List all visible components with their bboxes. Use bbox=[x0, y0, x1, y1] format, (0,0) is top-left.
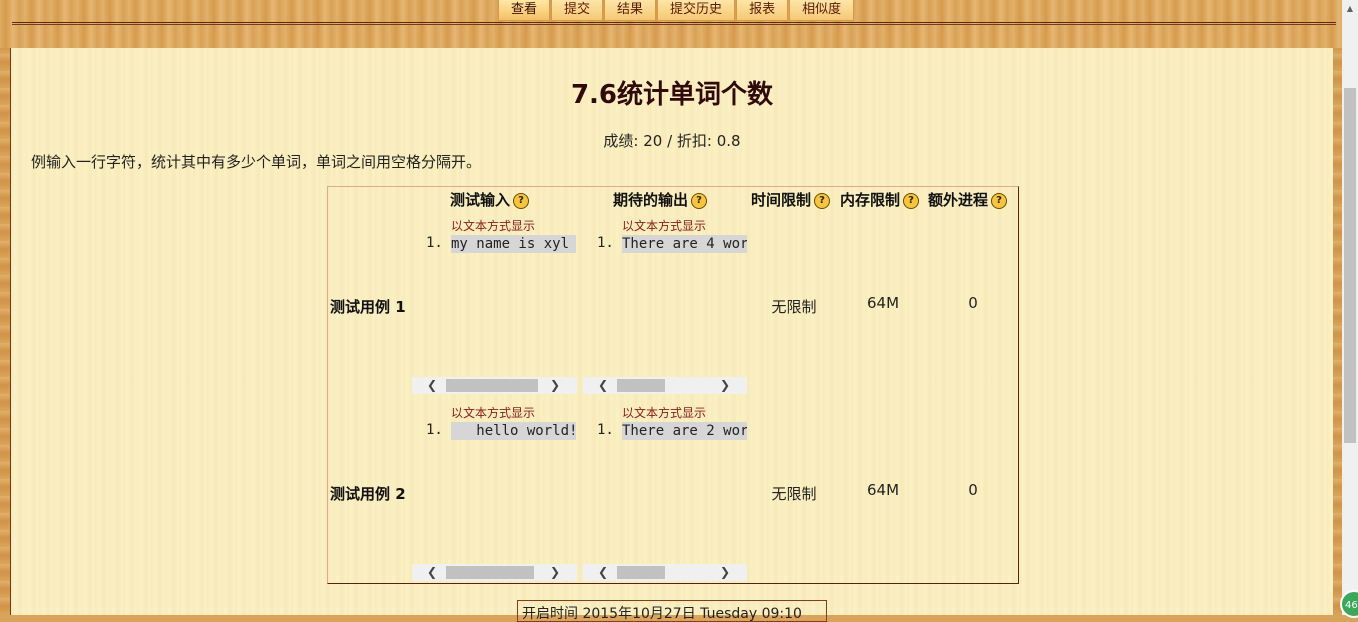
header-time-limit-label: 时间限制 bbox=[751, 191, 812, 209]
line-number: 1. bbox=[426, 422, 443, 438]
header-expected-output: 期待的输出? bbox=[613, 189, 708, 210]
tab-similarity[interactable]: 相似度 bbox=[789, 0, 855, 21]
time-limit-value: 无限制 bbox=[771, 485, 817, 503]
help-icon[interactable]: ? bbox=[691, 192, 708, 209]
header-memory-limit: 内存限制? bbox=[840, 189, 920, 210]
help-icon[interactable]: ? bbox=[903, 192, 920, 209]
test-case-label: 测试用例 1 bbox=[330, 298, 406, 316]
expected-output-code: There are 4 words bbox=[622, 235, 747, 253]
vertical-scrollbar[interactable]: ▲ bbox=[1342, 0, 1358, 615]
memory-limit-value: 64M bbox=[866, 294, 900, 312]
header-extra-processes-label: 额外进程 bbox=[928, 191, 989, 209]
tab-results[interactable]: 结果 bbox=[604, 0, 657, 21]
chevron-right-icon[interactable]: ❯ bbox=[547, 377, 563, 394]
show-as-text-link[interactable]: 以文本方式显示 bbox=[622, 404, 706, 421]
wood-frame-left bbox=[0, 48, 10, 615]
grade-info: 成绩: 20 / 折扣: 0.8 bbox=[603, 132, 741, 150]
chevron-up-icon[interactable]: ▲ bbox=[1342, 0, 1358, 17]
content-area: 7.6统计单词个数 成绩: 20 / 折扣: 0.8 例输入一行字符，统计其中有… bbox=[10, 48, 1333, 622]
line-number: 1. bbox=[597, 422, 614, 438]
tab-history[interactable]: 提交历史 bbox=[657, 0, 736, 21]
scroll-thumb[interactable] bbox=[446, 379, 538, 392]
chevron-left-icon[interactable]: ❮ bbox=[424, 377, 440, 394]
header-memory-limit-label: 内存限制 bbox=[840, 191, 901, 209]
line-number: 1. bbox=[597, 235, 614, 251]
extra-processes-value: 0 bbox=[968, 481, 978, 499]
wood-frame-right bbox=[1332, 48, 1342, 615]
help-icon[interactable]: ? bbox=[513, 192, 530, 209]
test-input-code: hello world! bbox=[451, 422, 576, 440]
test-input-code: my name is xyl bbox=[451, 235, 576, 253]
scroll-thumb[interactable] bbox=[617, 566, 665, 579]
show-as-text-link[interactable]: 以文本方式显示 bbox=[451, 217, 535, 234]
page-title: 7.6统计单词个数 bbox=[570, 80, 774, 110]
expected-output-code: There are 2 words bbox=[622, 422, 747, 440]
header-extra-processes: 额外进程? bbox=[928, 189, 1008, 210]
chevron-left-icon[interactable]: ❮ bbox=[595, 564, 611, 581]
test-cases-table: 测试输入? 期待的输出? 时间限制? 内存限制? 额外进程? 以文本方式显示 1… bbox=[327, 186, 1019, 584]
time-limit-value: 无限制 bbox=[771, 298, 817, 316]
header-time-limit: 时间限制? bbox=[751, 189, 831, 210]
tab-view[interactable]: 查看 bbox=[498, 0, 551, 21]
header-expected-output-label: 期待的输出 bbox=[613, 191, 689, 209]
chevron-left-icon[interactable]: ❮ bbox=[595, 377, 611, 394]
show-as-text-link[interactable]: 以文本方式显示 bbox=[622, 217, 706, 234]
chevron-right-icon[interactable]: ❯ bbox=[717, 377, 733, 394]
line-number: 1. bbox=[426, 235, 443, 251]
header-test-input-label: 测试输入 bbox=[450, 191, 511, 209]
horizontal-scrollbar[interactable]: ❮ ❯ bbox=[412, 377, 577, 394]
scroll-thumb[interactable] bbox=[1344, 88, 1356, 443]
help-icon[interactable]: ? bbox=[991, 192, 1008, 209]
problem-description: 例输入一行字符，统计其中有多少个单词，单词之间用空格分隔开。 bbox=[31, 153, 482, 171]
tab-submit[interactable]: 提交 bbox=[551, 0, 604, 21]
chevron-right-icon[interactable]: ❯ bbox=[717, 564, 733, 581]
tab-report[interactable]: 报表 bbox=[736, 0, 789, 21]
memory-limit-value: 64M bbox=[866, 481, 900, 499]
extra-processes-value: 0 bbox=[968, 294, 978, 312]
show-as-text-link[interactable]: 以文本方式显示 bbox=[451, 404, 535, 421]
test-case-label: 测试用例 2 bbox=[330, 485, 406, 503]
horizontal-scrollbar[interactable]: ❮ ❯ bbox=[583, 564, 747, 581]
start-time-info: 开启时间 2015年10月27日 Tuesday 09:10 bbox=[517, 600, 827, 622]
header-test-input: 测试输入? bbox=[450, 189, 530, 210]
scroll-thumb[interactable] bbox=[617, 379, 665, 392]
chevron-right-icon[interactable]: ❯ bbox=[547, 564, 563, 581]
help-icon[interactable]: ? bbox=[814, 192, 831, 209]
tab-bar: 查看 提交 结果 提交历史 报表 相似度 bbox=[498, 0, 855, 22]
chevron-left-icon[interactable]: ❮ bbox=[424, 564, 440, 581]
scroll-thumb[interactable] bbox=[446, 566, 534, 579]
horizontal-scrollbar[interactable]: ❮ ❯ bbox=[583, 377, 747, 394]
horizontal-scrollbar[interactable]: ❮ ❯ bbox=[412, 564, 577, 581]
